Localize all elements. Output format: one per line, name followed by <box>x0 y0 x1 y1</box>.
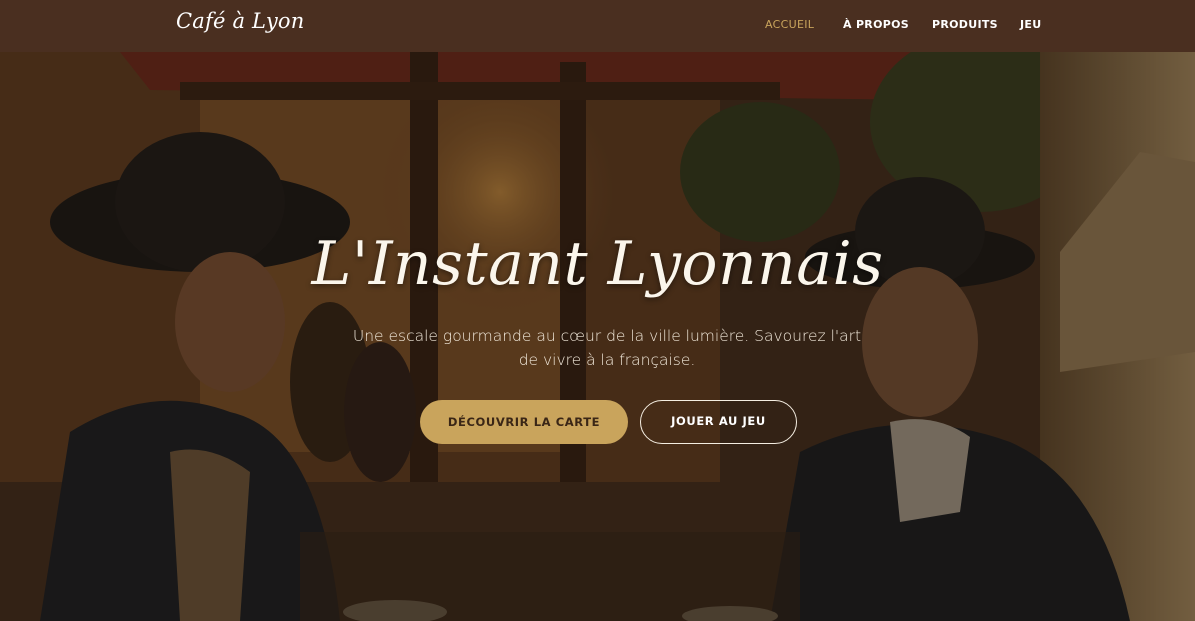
hero-subtitle: Une escale gourmande au cœur de la ville… <box>352 327 862 369</box>
nav-menu: ACCUEIL À PROPOS PRODUITS JEU <box>0 18 1195 34</box>
nav-item-a-propos[interactable]: À PROPOS <box>843 18 909 31</box>
hero-title: L'Instant Lyonnais <box>311 229 884 299</box>
nav-item-produits[interactable]: PRODUITS <box>932 18 998 31</box>
nav-item-accueil[interactable]: ACCUEIL <box>765 18 814 31</box>
hero-section: L'Instant Lyonnais Une escale gourmande … <box>0 52 1195 621</box>
top-navbar: Café à Lyon ACCUEIL À PROPOS PRODUITS JE… <box>0 0 1195 52</box>
nav-item-jeu[interactable]: JEU <box>1020 18 1041 31</box>
play-game-button[interactable]: JOUER AU JEU <box>640 400 797 444</box>
discover-menu-button[interactable]: DÉCOUVRIR LA CARTE <box>420 400 628 444</box>
